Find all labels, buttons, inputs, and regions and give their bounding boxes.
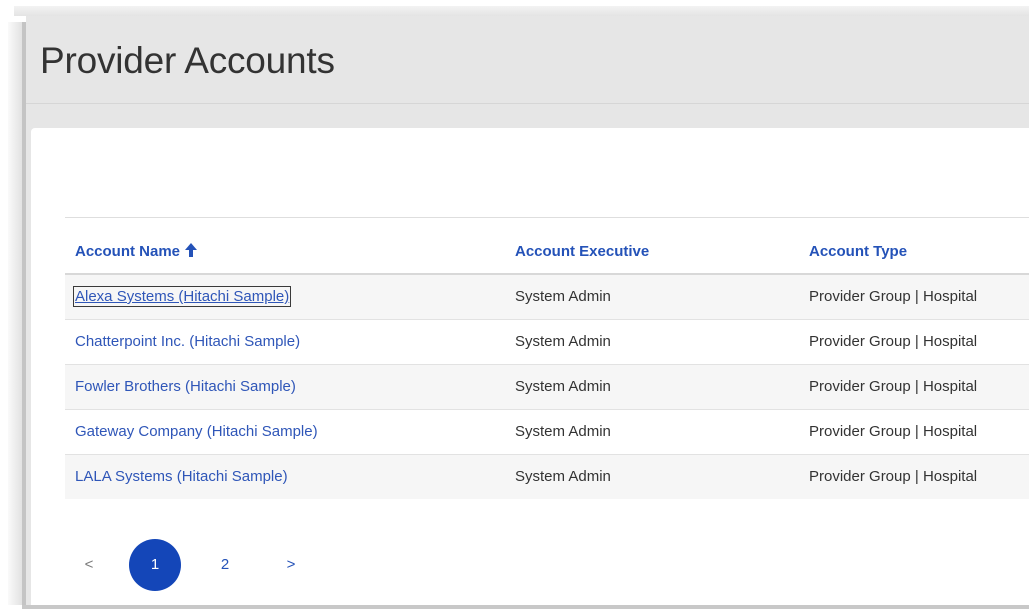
window-shadow-left bbox=[8, 22, 22, 605]
account-name-link[interactable]: Gateway Company (Hitachi Sample) bbox=[75, 423, 318, 440]
table-row: Fowler Brothers (Hitachi Sample) System … bbox=[65, 365, 1029, 410]
table-body: Alexa Systems (Hitachi Sample) System Ad… bbox=[65, 275, 1029, 499]
account-executive-cell: System Admin bbox=[515, 288, 611, 305]
account-name-link[interactable]: Chatterpoint Inc. (Hitachi Sample) bbox=[75, 333, 300, 350]
account-name-link[interactable]: Fowler Brothers (Hitachi Sample) bbox=[75, 378, 296, 395]
page-button-2[interactable]: 2 bbox=[215, 540, 235, 590]
table-row: Chatterpoint Inc. (Hitachi Sample) Syste… bbox=[65, 320, 1029, 365]
account-type-cell: Provider Group | Hospital bbox=[809, 378, 978, 395]
previous-page-button[interactable]: < bbox=[81, 540, 97, 590]
account-name-link[interactable]: LALA Systems (Hitachi Sample) bbox=[75, 468, 288, 485]
account-name-link[interactable]: Alexa Systems (Hitachi Sample) bbox=[72, 286, 292, 307]
account-type-cell: Provider Group | Hospital bbox=[809, 423, 978, 440]
table-header: Account Name Account Executive Account T… bbox=[65, 218, 1029, 275]
table-row: Gateway Company (Hitachi Sample) System … bbox=[65, 410, 1029, 455]
account-executive-cell: System Admin bbox=[515, 333, 611, 350]
account-executive-cell: System Admin bbox=[515, 423, 611, 440]
page-title: Provider Accounts bbox=[40, 40, 335, 81]
pagination: < 1 2 > bbox=[65, 539, 465, 591]
window-edge-bottom bbox=[22, 605, 1029, 609]
table-row: Alexa Systems (Hitachi Sample) System Ad… bbox=[65, 275, 1029, 320]
accounts-card: Account Name Account Executive Account T… bbox=[31, 128, 1029, 605]
column-header-account-executive[interactable]: Account Executive bbox=[515, 243, 649, 260]
app-window: Provider Accounts Account Name Account E… bbox=[0, 0, 1029, 615]
column-header-account-type[interactable]: Account Type bbox=[809, 243, 907, 260]
account-type-cell: Provider Group | Hospital bbox=[809, 288, 978, 305]
account-executive-cell: System Admin bbox=[515, 378, 611, 395]
arrow-up-icon[interactable] bbox=[185, 243, 198, 257]
column-header-account-name[interactable]: Account Name bbox=[75, 243, 198, 260]
title-divider bbox=[26, 103, 1029, 104]
account-type-cell: Provider Group | Hospital bbox=[809, 468, 978, 485]
column-header-account-name-label: Account Name bbox=[75, 243, 181, 260]
table-row: LALA Systems (Hitachi Sample) System Adm… bbox=[65, 455, 1029, 499]
account-executive-cell: System Admin bbox=[515, 468, 611, 485]
account-type-cell: Provider Group | Hospital bbox=[809, 333, 978, 350]
page-panel: Provider Accounts Account Name Account E… bbox=[26, 16, 1029, 605]
window-shadow-top bbox=[14, 6, 1029, 16]
next-page-button[interactable]: > bbox=[283, 540, 299, 590]
page-button-1[interactable]: 1 bbox=[129, 539, 181, 591]
